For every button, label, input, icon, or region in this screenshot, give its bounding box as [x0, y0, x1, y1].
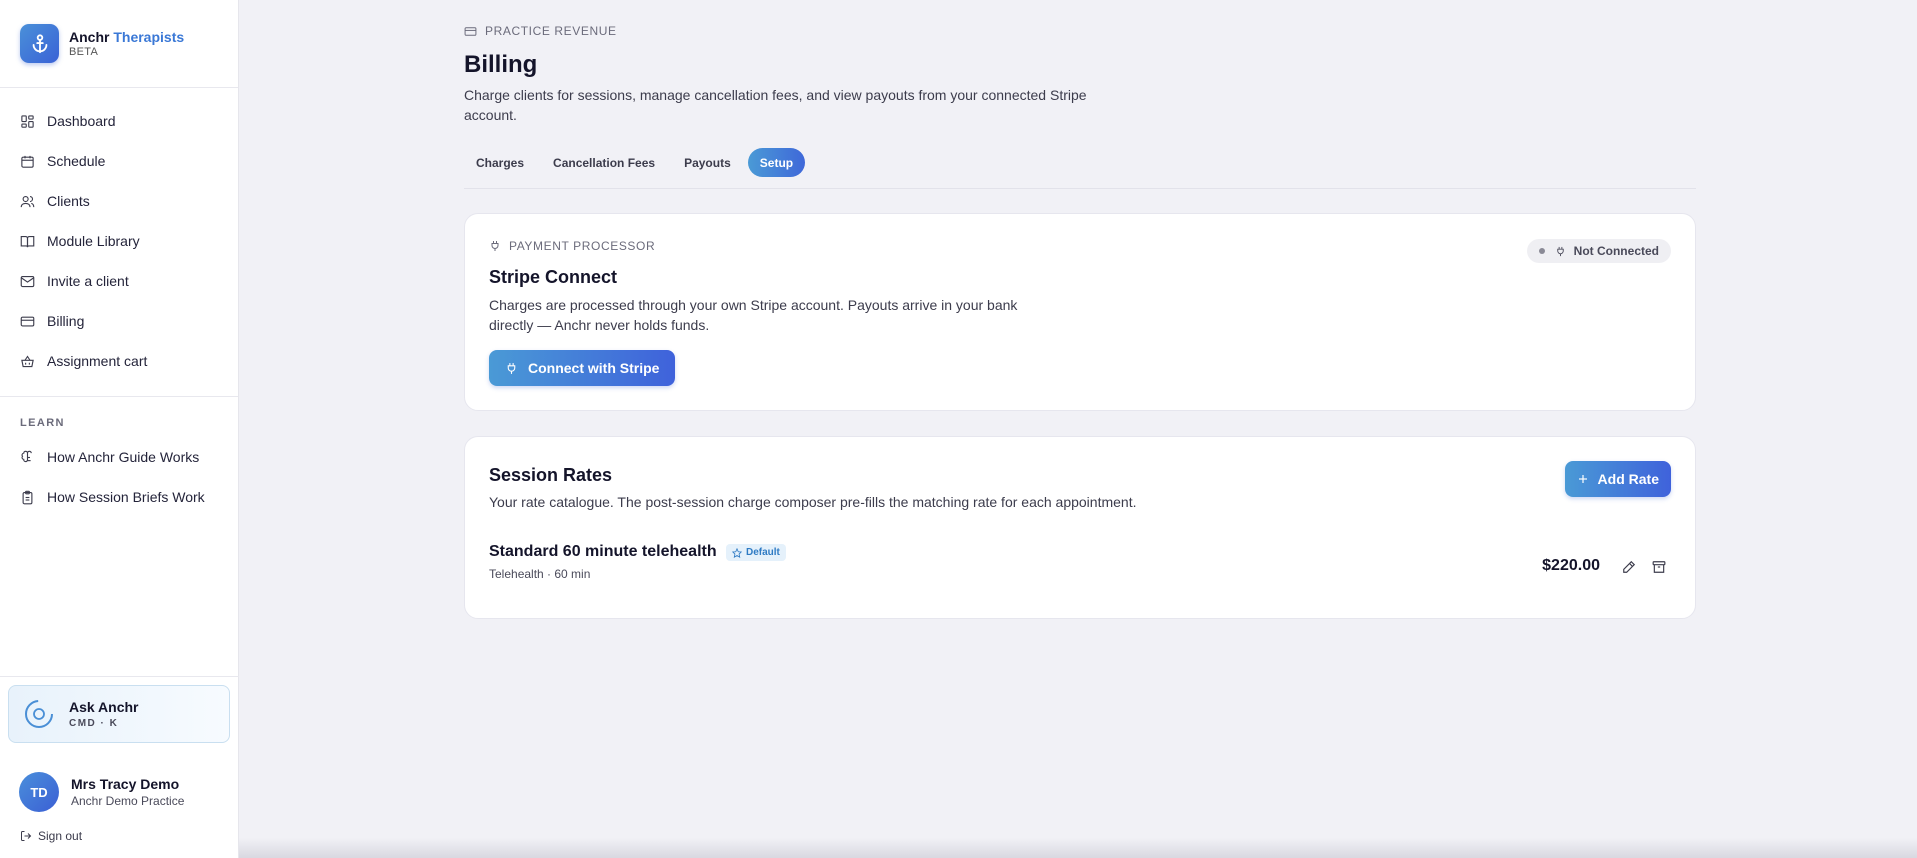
connect-stripe-label: Connect with Stripe: [528, 360, 660, 376]
sidebar-item-billing[interactable]: Billing: [0, 301, 238, 341]
main-nav: Dashboard Schedule Clients Module Librar…: [0, 88, 238, 381]
status-label: Not Connected: [1573, 244, 1659, 258]
tab-payouts[interactable]: Payouts: [672, 148, 743, 177]
sidebar-item-module-library[interactable]: Module Library: [0, 221, 238, 261]
page-eyebrow-label: PRACTICE REVENUE: [485, 24, 617, 38]
rate-price: $220.00: [1542, 557, 1600, 574]
sidebar-item-label: Clients: [47, 193, 90, 209]
status-badge: Not Connected: [1526, 239, 1671, 263]
sidebar-item-clients[interactable]: Clients: [0, 181, 238, 221]
add-rate-label: Add Rate: [1597, 471, 1659, 487]
sidebar-item-schedule[interactable]: Schedule: [0, 141, 238, 181]
plug-icon: [1556, 246, 1564, 256]
brand-name: Anchr Therapists: [69, 29, 185, 45]
list-item: Standard 60 minute telehealth Default Te…: [489, 543, 1673, 589]
user-profile[interactable]: TD Mrs Tracy Demo Anchr Demo Practice: [19, 772, 184, 812]
users-icon: [20, 195, 35, 207]
plug-icon: [491, 241, 499, 251]
sign-out-icon: [21, 831, 32, 841]
plus-icon: [1578, 475, 1587, 483]
calendar-icon: [21, 155, 34, 168]
card-eyebrow-label: PAYMENT PROCESSOR: [509, 239, 656, 253]
card-title: Stripe Connect: [489, 267, 618, 287]
sidebar-item-label: Dashboard: [47, 113, 116, 129]
anchor-logo-icon[interactable]: [20, 24, 59, 63]
brand: Anchr Therapists BETA: [0, 0, 238, 88]
rate-name: Standard 60 minute telehealth: [489, 543, 717, 560]
sidebar-item-invite-client[interactable]: Invite a client: [0, 261, 238, 301]
page-description: Charge clients for sessions, manage canc…: [464, 87, 1087, 123]
sidebar-item-assignment-cart[interactable]: Assignment cart: [0, 341, 238, 381]
sidebar-item-label: Assignment cart: [47, 353, 148, 369]
default-badge: Default: [726, 544, 786, 561]
avatar: TD: [19, 772, 59, 812]
book-icon: [20, 235, 35, 247]
dashboard-icon: [21, 114, 34, 128]
plug-icon: [507, 362, 516, 374]
card-description: Charges are processed through your own S…: [489, 297, 1018, 333]
ask-title: Ask Anchr: [69, 699, 139, 715]
credit-card-icon: [464, 26, 477, 36]
archive-rate-button[interactable]: [1649, 557, 1669, 577]
ask-shortcut: CMD · K: [69, 718, 119, 729]
sidebar-item-label: Module Library: [47, 233, 140, 249]
card-eyebrow: PAYMENT PROCESSOR: [489, 239, 655, 253]
sidebar: Anchr Therapists BETA Dashboard Schedule…: [0, 0, 239, 858]
billing-tabs: Charges Cancellation Fees Payouts Setup: [464, 148, 810, 177]
page-title: Billing: [464, 51, 538, 78]
stripe-connect-card: PAYMENT PROCESSOR Stripe Connect Charges…: [464, 213, 1696, 411]
archive-icon: [1652, 561, 1666, 573]
default-badge-label: Default: [746, 547, 780, 558]
sidebar-item-label: Invite a client: [47, 273, 129, 289]
session-rates-card: Session Rates Your rate catalogue. The p…: [464, 436, 1696, 619]
pencil-icon: [1623, 560, 1636, 573]
sidebar-item-label: How Anchr Guide Works: [47, 449, 200, 465]
connect-stripe-button[interactable]: Connect with Stripe: [489, 350, 676, 386]
sidebar-item-label: Schedule: [47, 153, 106, 169]
rate-meta: Telehealth · 60 min: [489, 567, 591, 581]
basket-icon: [21, 354, 34, 367]
ask-anchr-button[interactable]: Ask Anchr CMD · K: [8, 685, 230, 743]
tab-cancellation-fees[interactable]: Cancellation Fees: [541, 148, 667, 177]
user-name: Mrs Tracy Demo: [71, 776, 180, 792]
bottom-shadow: [239, 838, 1917, 858]
add-rate-button[interactable]: Add Rate: [1564, 461, 1671, 497]
brand-tag: BETA: [69, 46, 99, 58]
edit-rate-button[interactable]: [1619, 557, 1639, 577]
sidebar-item-dashboard[interactable]: Dashboard: [0, 101, 238, 141]
sign-out-label: Sign out: [38, 829, 83, 843]
learn-section-title: LEARN: [20, 417, 65, 429]
star-icon: [732, 547, 742, 558]
mail-icon: [20, 275, 35, 287]
card-description: Your rate catalogue. The post-session ch…: [489, 494, 1137, 510]
user-practice: Anchr Demo Practice: [71, 794, 185, 808]
tab-setup[interactable]: Setup: [747, 148, 806, 177]
sidebar-item-label: How Session Briefs Work: [47, 489, 205, 505]
spinner-icon: [25, 700, 53, 728]
card-title: Session Rates: [489, 465, 613, 485]
sidebar-item-session-briefs[interactable]: How Session Briefs Work: [0, 477, 238, 517]
credit-card-icon: [20, 316, 35, 326]
brain-icon: [21, 450, 32, 462]
sidebar-item-label: Billing: [47, 313, 85, 329]
status-dot: [1538, 248, 1545, 254]
tab-charges[interactable]: Charges: [464, 148, 536, 177]
divider: [0, 676, 239, 677]
page-eyebrow: PRACTICE REVENUE: [464, 24, 617, 38]
divider: [464, 188, 1696, 189]
clipboard-icon: [22, 490, 33, 504]
sidebar-item-guide[interactable]: How Anchr Guide Works: [0, 437, 238, 477]
sign-out-link[interactable]: Sign out: [20, 829, 82, 843]
